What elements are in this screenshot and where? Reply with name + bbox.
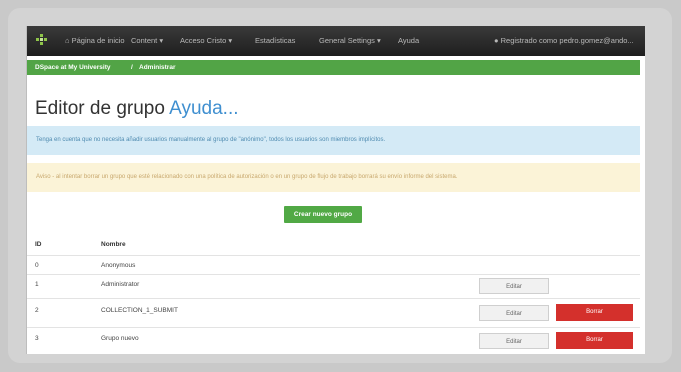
create-group-button[interactable]: Crear nuevo grupo [284, 206, 362, 223]
home-icon: ⌂ [65, 36, 70, 45]
browser-viewport: ⌂ Página de inicio Content ▾ Acceso Cris… [26, 26, 645, 354]
nav-content[interactable]: Content ▾ [131, 36, 163, 45]
breadcrumb-separator: / [131, 64, 133, 71]
caret-down-icon: ▾ [376, 36, 381, 45]
caret-down-icon: ▾ [228, 36, 233, 45]
nav-general-settings[interactable]: General Settings ▾ [319, 36, 381, 45]
breadcrumb: DSpace at My University / Administrar [27, 60, 640, 75]
caret-down-icon: ▾ [159, 36, 164, 45]
header-id: ID [35, 241, 42, 248]
table-row: 2 COLLECTION_1_SUBMIT Editar Borrar [27, 298, 640, 328]
header-name: Nombre [101, 241, 126, 248]
table-row: 1 Administrator Editar [27, 274, 640, 299]
edit-button[interactable]: Editar [479, 333, 549, 349]
page-title-accent: Ayuda... [169, 98, 239, 119]
nav-home[interactable]: ⌂ Página de inicio [65, 36, 125, 45]
user-icon: ● [494, 36, 499, 45]
breadcrumb-root[interactable]: DSpace at My University [35, 64, 111, 71]
info-alert: Tenga en cuenta que no necesita añadir u… [27, 126, 640, 155]
nav-user-menu[interactable]: ● Registrado como pedro.gomez@ando... [494, 36, 640, 45]
nav-access[interactable]: Acceso Cristo ▾ [180, 36, 232, 45]
warning-alert: Aviso - al intentar borrar un grupo que … [27, 163, 640, 192]
nav-help[interactable]: Ayuda [398, 36, 419, 45]
delete-button[interactable]: Borrar [556, 332, 633, 349]
table-row: 3 Grupo nuevo Editar Borrar [27, 327, 640, 354]
table-row: 0 Anonymous [27, 255, 640, 275]
page-title: Editor de grupo Ayuda... [35, 98, 239, 119]
edit-button[interactable]: Editar [479, 278, 549, 294]
top-navbar: ⌂ Página de inicio Content ▾ Acceso Cris… [27, 26, 645, 56]
breadcrumb-current: Administrar [139, 64, 176, 71]
dspace-logo-icon[interactable] [36, 34, 48, 46]
edit-button[interactable]: Editar [479, 305, 549, 321]
nav-statistics[interactable]: Estadísticas [255, 36, 295, 45]
delete-button[interactable]: Borrar [556, 304, 633, 321]
